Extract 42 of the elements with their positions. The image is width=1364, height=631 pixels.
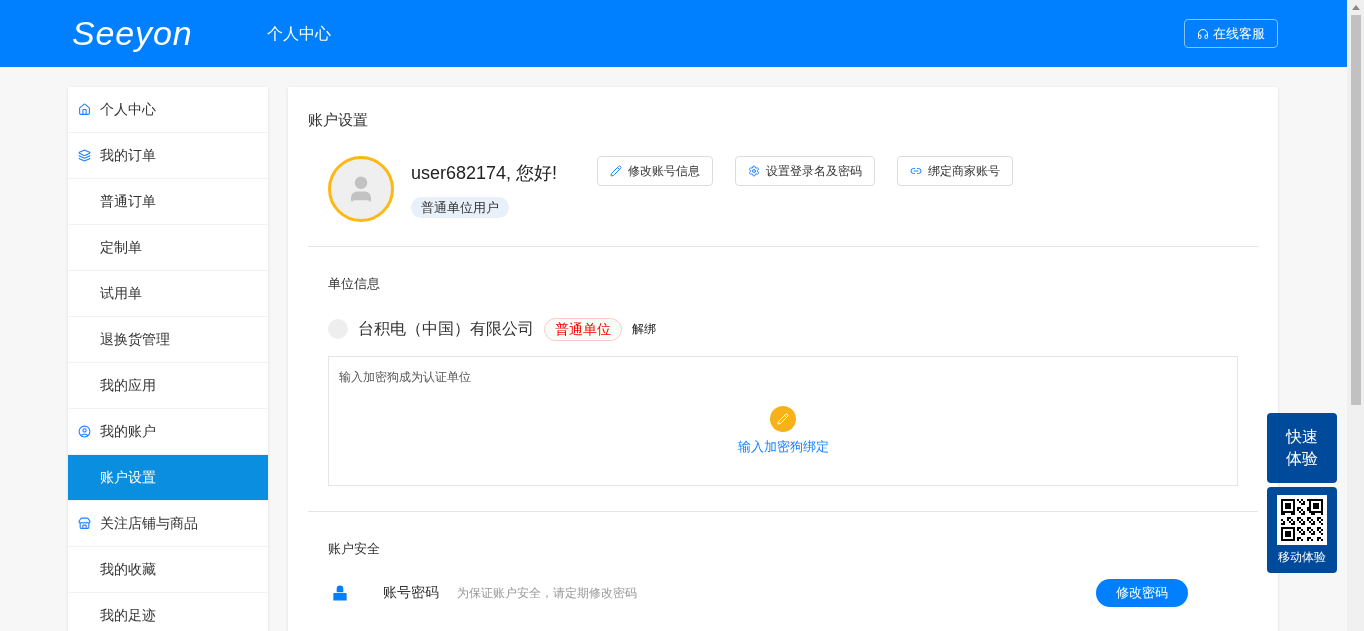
headset-icon [1197, 27, 1209, 40]
account-action-button[interactable]: 设置登录名及密码 [735, 155, 876, 186]
scroll-up-icon [1351, 5, 1360, 10]
company-name: 台积电（中国）有限公司 [358, 319, 534, 339]
mobile-experience-button[interactable]: 移动体验 [1267, 487, 1337, 573]
menu-icon [77, 425, 91, 438]
account-action-button[interactable]: 修改账号信息 [597, 155, 714, 186]
bind-dongle-link[interactable]: 输入加密狗绑定 [737, 437, 829, 457]
edit-icon [770, 406, 796, 432]
password-label: 账号密码 [383, 583, 439, 602]
sidebar-item[interactable]: 退换货管理 [68, 317, 268, 363]
subsection-title: 单位信息 [328, 274, 381, 293]
change-password-button[interactable]: 修改密码 [1096, 578, 1188, 607]
menu-icon [77, 149, 91, 162]
sidebar-item[interactable]: 试用单 [68, 271, 268, 317]
sidebar-item[interactable]: 个人中心 [68, 87, 268, 133]
greeting: user682174, 您好! [411, 161, 558, 185]
quick-experience-button[interactable]: 快速体验 [1267, 413, 1337, 483]
account-action-button[interactable]: 绑定商家账号 [897, 155, 1014, 186]
action-icon [748, 164, 761, 177]
role-tag: 普通单位用户 [411, 196, 509, 218]
scrollbar[interactable] [1347, 0, 1364, 631]
unbind-link[interactable]: 解绑 [632, 320, 656, 338]
sidebar-item[interactable]: 我的订单 [68, 133, 268, 179]
page-title: 个人中心 [267, 23, 331, 44]
unit-type-tag: 普通单位 [544, 317, 622, 341]
dongle-hint: 输入加密狗成为认证单位 [339, 369, 471, 386]
menu-icon [77, 517, 91, 530]
qr-code-icon [1277, 494, 1327, 545]
password-hint: 为保证账户安全，请定期修改密码 [457, 584, 637, 602]
action-icon [610, 164, 623, 177]
sidebar-item[interactable]: 我的收藏 [68, 547, 268, 593]
sidebar-item[interactable]: 普通订单 [68, 179, 268, 225]
sidebar-item[interactable]: 我的应用 [68, 363, 268, 409]
sidebar-item[interactable]: 我的足迹 [68, 593, 268, 631]
sidebar-item[interactable]: 关注店铺与商品 [68, 501, 268, 547]
online-service-button[interactable]: 在线客服 [1184, 19, 1278, 48]
section-title: 账户设置 [308, 110, 369, 130]
sidebar-item[interactable]: 定制单 [68, 225, 268, 271]
subsection-title: 账户安全 [328, 540, 381, 558]
menu-icon [77, 103, 91, 116]
logo[interactable]: Seeyon [72, 8, 217, 59]
